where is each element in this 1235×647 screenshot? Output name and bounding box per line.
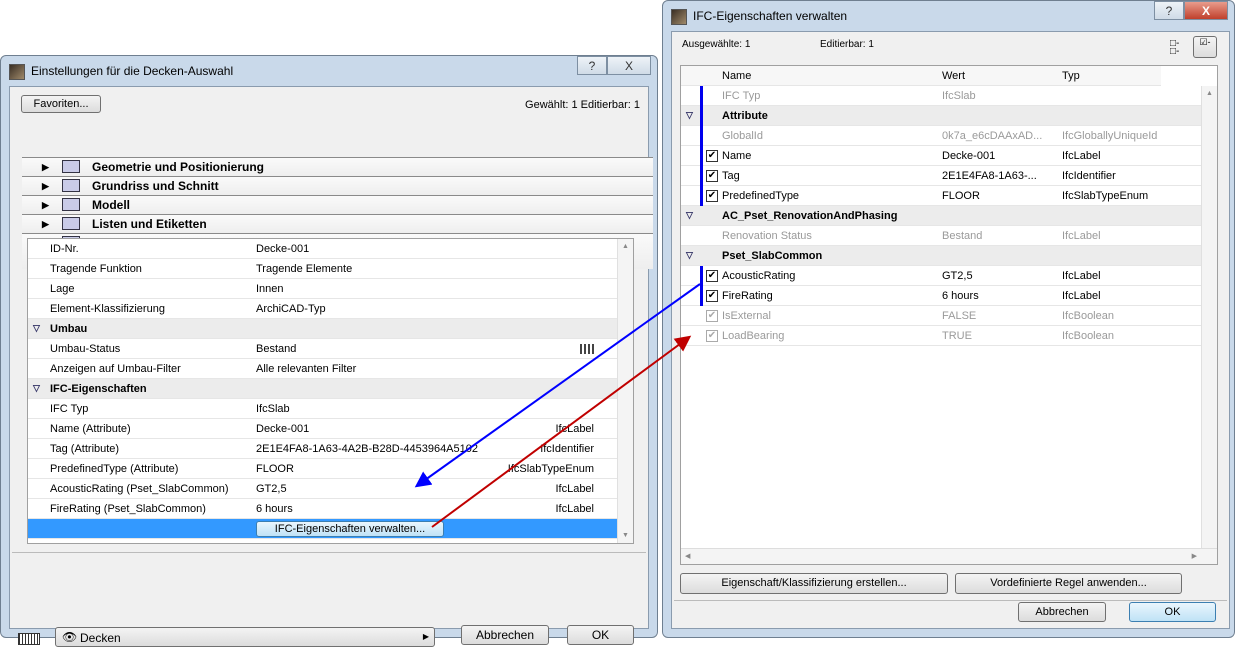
- red-arrow: [431, 335, 692, 528]
- blue-arrow: [414, 283, 701, 488]
- annotation-arrows: [414, 283, 701, 528]
